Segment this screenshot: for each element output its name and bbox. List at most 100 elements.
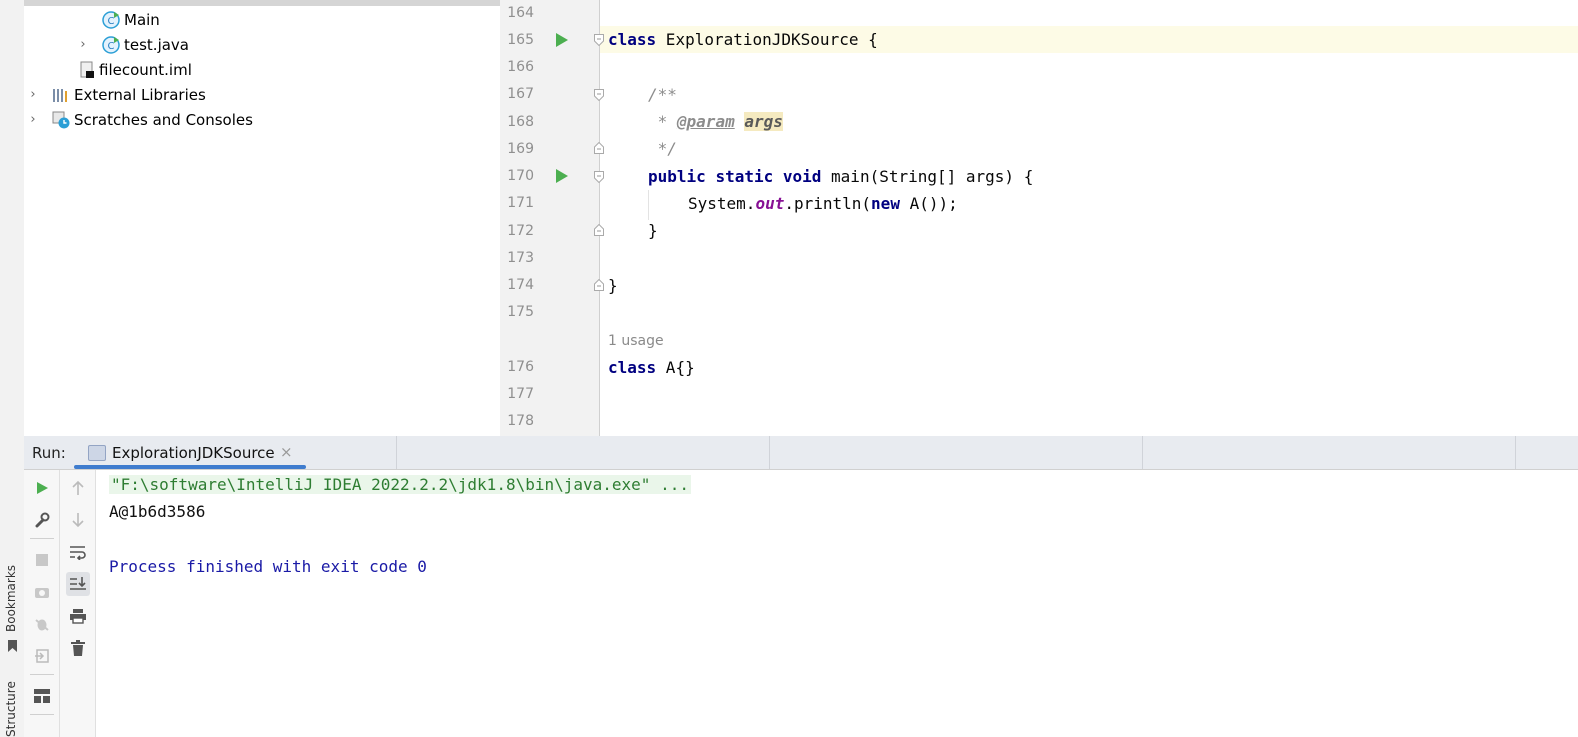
tree-item-test-java[interactable]: › C test.java bbox=[24, 33, 500, 57]
line-number: 166 bbox=[507, 59, 534, 75]
structure-tab[interactable]: Structure bbox=[4, 681, 18, 737]
camera-icon bbox=[35, 588, 49, 598]
line-number: 176 bbox=[507, 359, 534, 375]
scroll-to-end-icon bbox=[70, 577, 86, 590]
header-divider bbox=[769, 436, 770, 469]
bug-icon bbox=[35, 619, 49, 631]
close-tab-icon[interactable]: × bbox=[280, 443, 293, 461]
console-command-line: "F:\software\IntelliJ IDEA 2022.2.2\jdk1… bbox=[109, 475, 691, 494]
line-number: 174 bbox=[507, 277, 534, 293]
usage-hint[interactable]: 1 usage bbox=[608, 333, 664, 349]
clear-all-button[interactable] bbox=[66, 636, 90, 660]
restore-layout-button[interactable] bbox=[30, 644, 54, 668]
bookmark-icon bbox=[8, 640, 17, 652]
run-header: Run: ExplorationJDKSource × bbox=[24, 436, 1578, 470]
layout-icon bbox=[34, 689, 50, 703]
tree-item-external-libraries[interactable]: › External Libraries bbox=[24, 83, 500, 107]
next-occurrence-button[interactable] bbox=[66, 508, 90, 532]
code-editor[interactable]: 164 165 166 167 168 169 170 171 172 173 … bbox=[500, 0, 1578, 436]
run-toolbar-secondary bbox=[60, 470, 96, 737]
line-number: 173 bbox=[507, 250, 534, 266]
fold-end-icon[interactable] bbox=[594, 224, 604, 236]
arrow-up-icon bbox=[72, 480, 84, 495]
tree-item-filecount-iml[interactable]: filecount.iml bbox=[24, 58, 500, 82]
debug-exceptions-button[interactable] bbox=[30, 612, 54, 636]
chevron-right-icon[interactable]: › bbox=[28, 83, 38, 107]
tree-item-label: Main bbox=[124, 11, 160, 29]
indent-guide bbox=[648, 190, 649, 220]
line-number: 169 bbox=[507, 141, 534, 157]
line-number: 167 bbox=[507, 86, 534, 102]
svg-text:C: C bbox=[108, 41, 115, 52]
editor-gutter: 164 165 166 167 168 169 170 171 172 173 … bbox=[500, 0, 600, 436]
fold-icon[interactable] bbox=[594, 89, 604, 101]
stop-icon bbox=[36, 554, 48, 566]
tree-item-label: test.java bbox=[124, 36, 190, 54]
soft-wrap-button[interactable] bbox=[66, 540, 90, 564]
fold-icon[interactable] bbox=[594, 34, 604, 46]
active-tab-indicator bbox=[74, 465, 306, 469]
fold-icon[interactable] bbox=[594, 171, 604, 183]
iml-file-icon bbox=[80, 61, 94, 78]
line-number: 175 bbox=[507, 304, 534, 320]
project-tree-panel: C Main › C test.java filecount.iml › Ext… bbox=[24, 0, 501, 436]
print-button[interactable] bbox=[66, 604, 90, 628]
code-line-176: class A{} bbox=[608, 358, 695, 377]
run-gutter-icon[interactable] bbox=[556, 169, 568, 183]
previous-occurrence-button[interactable] bbox=[66, 476, 90, 500]
java-class-icon: C bbox=[102, 36, 120, 54]
run-title: Run: bbox=[32, 444, 66, 462]
fold-end-icon[interactable] bbox=[594, 279, 604, 291]
fold-end-icon[interactable] bbox=[594, 142, 604, 154]
line-number: 172 bbox=[507, 223, 534, 239]
toolbar-separator bbox=[30, 538, 54, 539]
line-number: 178 bbox=[507, 413, 534, 429]
code-line-174: } bbox=[608, 276, 618, 295]
run-toolbar-primary bbox=[24, 470, 60, 737]
line-number: 171 bbox=[507, 195, 534, 211]
tree-item-main[interactable]: C Main bbox=[24, 8, 500, 32]
chevron-right-icon[interactable]: › bbox=[28, 108, 38, 132]
console-exit-message: Process finished with exit code 0 bbox=[109, 557, 427, 576]
scroll-to-end-button[interactable] bbox=[66, 572, 90, 596]
stop-button[interactable] bbox=[30, 548, 54, 572]
line-number: 177 bbox=[507, 386, 534, 402]
run-tab-label: ExplorationJDKSource bbox=[112, 444, 275, 462]
dump-threads-button[interactable] bbox=[30, 580, 54, 604]
toolbar-separator bbox=[30, 674, 54, 675]
code-line-170: public static void main(String[] args) { bbox=[648, 167, 1034, 186]
arrow-down-icon bbox=[72, 513, 84, 528]
trash-icon bbox=[71, 640, 85, 656]
layout-button[interactable] bbox=[30, 684, 54, 708]
code-line-171: System.out.println(new A()); bbox=[688, 194, 958, 213]
console-output[interactable]: "F:\software\IntelliJ IDEA 2022.2.2\jdk1… bbox=[96, 470, 1576, 737]
line-number: 170 bbox=[507, 168, 534, 184]
left-tool-strip: Bookmarks Structure bbox=[0, 0, 25, 737]
toolbar-separator bbox=[30, 714, 54, 715]
code-line-169: */ bbox=[648, 139, 677, 158]
svg-text:C: C bbox=[108, 16, 115, 27]
tree-item-scratches[interactable]: › Scratches and Consoles bbox=[24, 108, 500, 132]
run-config-tab[interactable]: ExplorationJDKSource × bbox=[74, 436, 306, 469]
java-class-icon: C bbox=[102, 11, 120, 29]
run-gutter-icon[interactable] bbox=[556, 33, 568, 47]
edit-config-button[interactable] bbox=[30, 508, 54, 532]
exit-icon bbox=[35, 649, 49, 663]
bookmarks-tab[interactable]: Bookmarks bbox=[4, 565, 18, 632]
console-output-line: A@1b6d3586 bbox=[109, 502, 206, 521]
run-tool-window: Run: ExplorationJDKSource × "F:\software… bbox=[24, 436, 1578, 737]
chevron-right-icon[interactable]: › bbox=[78, 33, 88, 57]
soft-wrap-icon bbox=[70, 546, 86, 560]
rerun-button[interactable] bbox=[30, 476, 54, 500]
line-number: 165 bbox=[507, 32, 534, 48]
print-icon bbox=[70, 609, 86, 624]
play-icon bbox=[37, 482, 48, 494]
code-line-167: /** bbox=[648, 85, 677, 104]
selected-row-fragment bbox=[24, 0, 500, 6]
console-tab-icon bbox=[88, 445, 106, 461]
header-divider bbox=[396, 436, 397, 469]
header-divider bbox=[1142, 436, 1143, 469]
libraries-icon bbox=[53, 89, 67, 102]
code-line-172: } bbox=[648, 221, 658, 240]
line-number: 168 bbox=[507, 114, 534, 130]
